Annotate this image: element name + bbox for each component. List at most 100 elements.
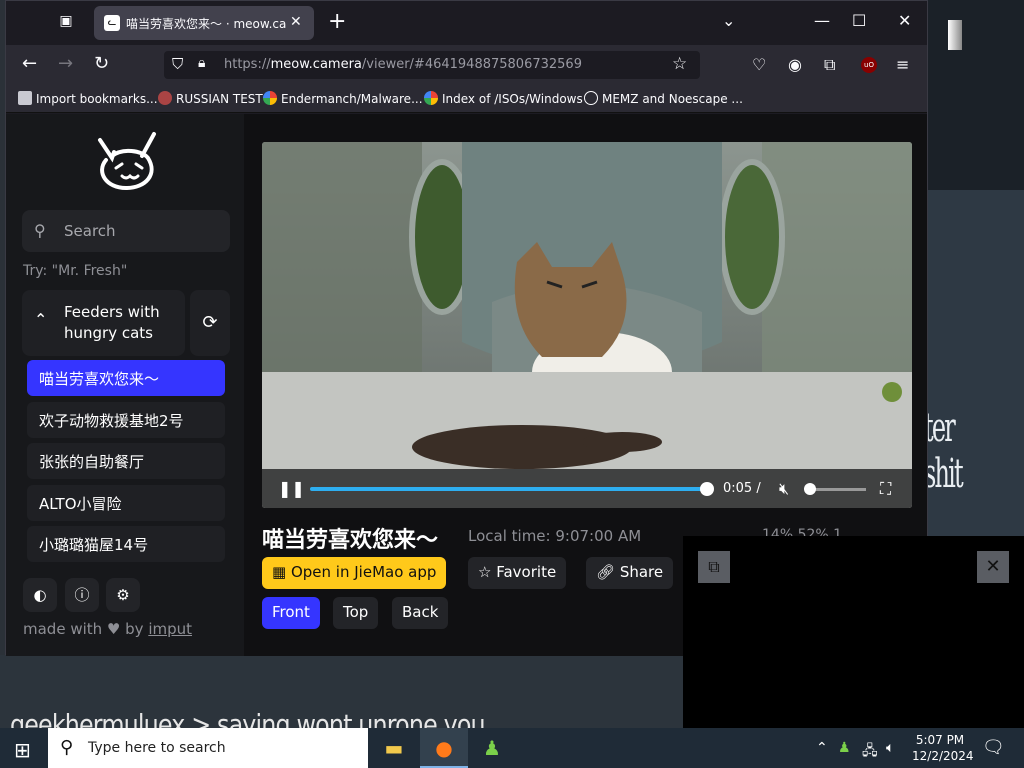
camera-title: 喵当劳喜欢您来～ [262, 528, 439, 553]
bookmark-import[interactable]: Import bookmarks... [18, 91, 158, 106]
window-close-icon[interactable]: ✕ [898, 11, 911, 30]
google-icon [263, 91, 277, 105]
tab-bar: ▣ ᓚ 喵当劳喜欢您来～ · meow.camera ✕ + ⌄ — ☐ ✕ [6, 1, 927, 45]
link-icon: 🔗︎ [596, 563, 616, 581]
imput-link[interactable]: imput [148, 620, 192, 638]
share-button[interactable]: 🔗︎ Share [586, 557, 674, 589]
tray-chevron-icon[interactable]: ⌃ [816, 740, 828, 756]
feeder-group-label: Feeders with hungry cats [64, 303, 160, 342]
view-back-button[interactable]: Back [392, 597, 449, 629]
fullscreen-icon[interactable]: ⛶ [880, 479, 891, 499]
bookmark-isos[interactable]: Index of /ISOs/Windows [424, 91, 583, 106]
search-input[interactable]: ⚲ Search [22, 210, 230, 252]
bookmark-memz[interactable]: MEMZ and Noescape ... [584, 91, 743, 106]
camera-item[interactable]: 喵当劳喜欢您来～ [27, 360, 225, 396]
tab-list-icon[interactable]: ▣ [56, 13, 76, 33]
volume-slider[interactable] [804, 483, 866, 495]
view-front-button[interactable]: Front [262, 597, 320, 629]
shield-icon[interactable]: ⛉ [172, 55, 183, 73]
camera-feed-image [262, 142, 912, 508]
refresh-icon: ⟳ [202, 312, 218, 333]
view-top-button[interactable]: Top [333, 597, 379, 629]
url-text[interactable]: https://meow.camera/viewer/#464194887580… [224, 57, 582, 72]
desktop-logo [948, 20, 962, 50]
taskbar-search-placeholder: Type here to search [88, 740, 226, 756]
overlay-close-icon[interactable]: ✕ [977, 551, 1009, 583]
seek-thumb[interactable] [700, 482, 714, 496]
new-tab-icon[interactable]: + [328, 9, 346, 34]
bookmark-endermanch[interactable]: Endermanch/Malware... [263, 91, 423, 106]
video-player[interactable]: ❚❚ 0:05 / 🔇︎ ⛶ [262, 142, 912, 508]
refresh-button[interactable]: ⟳ [190, 290, 230, 356]
bookmarks-bar: Import bookmarks... RUSSIAN TEST Enderma… [6, 85, 927, 113]
bookmark-russian-test[interactable]: RUSSIAN TEST [158, 91, 263, 106]
import-icon [18, 91, 32, 105]
discord-icon[interactable]: ◐ [23, 578, 57, 612]
account-icon[interactable]: ◉ [788, 55, 802, 74]
clock-time: 5:07 PM [915, 733, 965, 747]
clock-date: 12/2/2024 [912, 749, 974, 763]
search-placeholder: Search [64, 222, 116, 240]
feeder-group-toggle[interactable]: ⌃ Feeders with hungry cats [22, 290, 185, 356]
maximize-icon[interactable]: ☐ [852, 11, 866, 30]
taskbar-search-input[interactable]: ⚲ Type here to search [48, 728, 368, 768]
tab-title: 喵当劳喜欢您来～ · meow.camera [126, 17, 286, 31]
search-icon: ⚲ [60, 737, 74, 758]
chevron-up-icon: ⌃ [34, 310, 48, 329]
notifications-icon[interactable]: 🗨︎ [982, 737, 1005, 758]
star-icon: ☆ [478, 563, 492, 581]
camera-item[interactable]: 欢子动物救援基地2号 [27, 402, 225, 438]
google-icon [424, 91, 438, 105]
firefox-icon[interactable]: ● [420, 728, 468, 768]
pocket-icon[interactable]: ♡ [752, 55, 766, 74]
tab-close-icon[interactable]: ✕ [290, 14, 302, 30]
minimize-icon[interactable]: — [814, 11, 830, 30]
forward-icon[interactable]: → [58, 53, 73, 74]
seek-bar[interactable] [310, 482, 714, 496]
globe-icon [584, 91, 598, 105]
volume-icon[interactable]: 🔈︎ [886, 740, 894, 756]
local-time: Local time: 9:07:00 AM [468, 527, 642, 545]
settings-gear-icon[interactable]: ⚙ [106, 578, 140, 612]
camera-item[interactable]: 张张的自助餐厅 [27, 443, 225, 479]
search-hint: Try: "Mr. Fresh" [23, 263, 128, 279]
search-icon: ⚲ [34, 221, 46, 240]
pause-icon[interactable]: ❚❚ [278, 479, 305, 498]
open-app-button[interactable]: ▦ Open in JieMao app [262, 557, 447, 589]
back-icon[interactable]: ← [22, 53, 37, 74]
time-display: 0:05 / [723, 481, 761, 496]
camera-item[interactable]: ALTO小冒险 [27, 485, 225, 521]
windows-start-icon[interactable]: ⊞ [14, 738, 31, 762]
list-all-tabs-icon[interactable]: ⌄ [722, 11, 735, 30]
navigation-bar: ← → ↻ ⛉ 🔒︎ https://meow.camera/viewer/#4… [6, 45, 927, 85]
cat-logo-icon [98, 132, 156, 191]
lock-icon[interactable]: 🔒︎ [198, 55, 205, 71]
qr-icon: ▦ [272, 563, 287, 581]
desktop-panel [928, 0, 1024, 190]
overlay-popup: ⧉ ✕ [683, 536, 1024, 728]
bookmark-star-icon[interactable]: ☆ [672, 54, 687, 74]
taskbar: ⊞ ⚲ Type here to search ▬ ● ♟ ⌃ ♟ 🖧︎ 🔈︎ … [0, 728, 1024, 768]
menu-icon[interactable]: ≡ [896, 55, 909, 74]
camera-item[interactable]: 小璐璐猫屋14号 [27, 526, 225, 562]
volume-thumb[interactable] [804, 483, 816, 495]
url-bar[interactable]: ⛉ 🔒︎ https://meow.camera/viewer/#4641948… [164, 51, 700, 79]
tab-favicon-icon: ᓚ [104, 15, 120, 31]
extensions-icon[interactable]: ⧉ [824, 55, 835, 75]
reload-icon[interactable]: ↻ [94, 53, 109, 74]
video-controls: ❚❚ 0:05 / 🔇︎ ⛶ [262, 469, 912, 508]
sidebar: ⚲ Search Try: "Mr. Fresh" ⌃ Feeders with… [6, 114, 244, 656]
file-explorer-icon[interactable]: ▬ [370, 728, 418, 768]
bookmark-favicon-icon [158, 91, 172, 105]
tray-user-icon[interactable]: ♟ [838, 740, 851, 756]
network-icon[interactable]: 🖧︎ [862, 740, 878, 764]
favorite-button[interactable]: ☆ Favorite [468, 557, 567, 589]
overlay-expand-icon[interactable]: ⧉ [698, 551, 730, 583]
mute-icon[interactable]: 🔇︎ [779, 479, 789, 499]
credits: made with ♥ by imput [23, 620, 193, 638]
ublock-icon[interactable]: uO [861, 57, 877, 73]
taskbar-clock[interactable]: 5:07 PM 12/2/2024 [912, 732, 974, 764]
info-icon[interactable]: ⓘ [65, 578, 99, 612]
tab-meow-camera[interactable]: ᓚ 喵当劳喜欢您来～ · meow.camera ✕ [94, 6, 314, 40]
users-app-icon[interactable]: ♟ [468, 728, 516, 768]
